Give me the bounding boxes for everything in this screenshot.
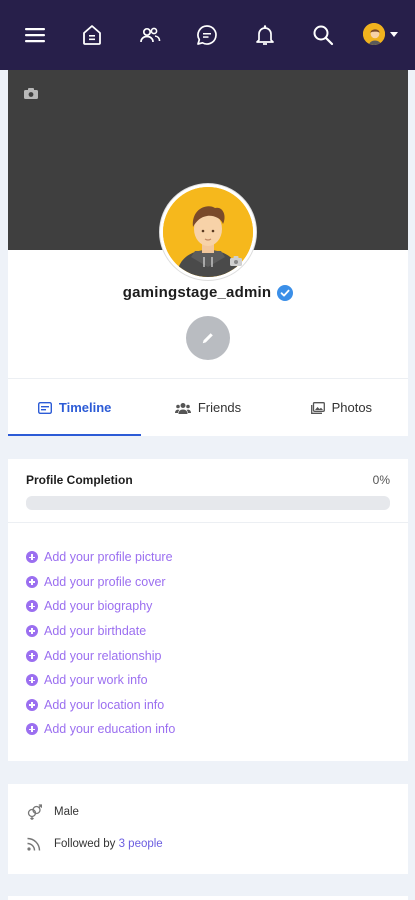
- timeline-icon: [37, 401, 52, 414]
- edit-profile-button[interactable]: [186, 316, 230, 360]
- followed-by-text: Followed by 3 people: [54, 838, 163, 850]
- completion-item-profile-picture[interactable]: Add your profile picture: [26, 545, 175, 570]
- completion-item-work-info[interactable]: Add your work info: [26, 668, 175, 693]
- menu-icon[interactable]: [22, 22, 48, 48]
- camera-icon[interactable]: [230, 256, 242, 266]
- verified-badge-icon: [277, 284, 294, 301]
- plus-circle-icon: [26, 625, 38, 638]
- followers-link[interactable]: 3 people: [119, 838, 163, 850]
- completion-percent: 0%: [372, 473, 390, 487]
- profile-completion-card: Profile Completion 0% Add your profile p…: [8, 459, 408, 761]
- plus-circle-icon: [26, 649, 38, 662]
- completion-item-label: Add your birthdate: [44, 624, 147, 639]
- plus-circle-icon: [26, 600, 38, 613]
- plus-circle-icon: [26, 723, 38, 736]
- profile-username: gamingstage_admin: [122, 284, 272, 301]
- friends-icon: [174, 402, 191, 414]
- completion-header: Profile Completion 0%: [26, 473, 390, 487]
- completion-item-label: Add your location info: [44, 697, 165, 712]
- tab-label: Timeline: [58, 400, 112, 415]
- gender-row: Male: [26, 804, 79, 820]
- gender-value: Male: [54, 806, 79, 818]
- completion-item-label: Add your relationship: [44, 648, 162, 663]
- completion-item-location-info[interactable]: Add your location info: [26, 693, 175, 718]
- followed-by-prefix: Followed by: [54, 838, 116, 850]
- completion-item-relationship[interactable]: Add your relationship: [26, 643, 175, 668]
- profile-info-card: Male Followed by 3 people: [8, 784, 408, 874]
- camera-icon[interactable]: [24, 88, 38, 99]
- completion-title: Profile Completion: [26, 473, 133, 487]
- bell-icon[interactable]: [252, 22, 278, 48]
- completion-item-biography[interactable]: Add your biography: [26, 594, 175, 619]
- tab-label: Friends: [197, 400, 242, 415]
- avatar[interactable]: [363, 23, 385, 45]
- completion-item-birthdate[interactable]: Add your birthdate: [26, 619, 175, 644]
- search-icon[interactable]: [310, 22, 336, 48]
- completion-progress-bar: [26, 496, 390, 510]
- top-nav-bar: [0, 0, 415, 70]
- friends-icon[interactable]: [137, 22, 163, 48]
- plus-circle-icon: [26, 551, 38, 564]
- completion-item-label: Add your biography: [44, 599, 153, 614]
- chevron-down-icon[interactable]: [390, 32, 398, 37]
- pencil-icon: [202, 333, 213, 344]
- next-card: [8, 896, 408, 900]
- completion-list: Add your profile picture Add your profil…: [26, 545, 175, 742]
- photos-icon: [310, 401, 325, 414]
- completion-item-label: Add your education info: [44, 722, 176, 737]
- rss-icon: [27, 837, 41, 851]
- tab-photos[interactable]: Photos: [275, 379, 408, 436]
- tab-label: Photos: [331, 400, 373, 415]
- gender-icon: [27, 804, 42, 820]
- chat-icon[interactable]: [194, 22, 220, 48]
- plus-circle-icon: [26, 575, 38, 588]
- profile-tabs: Timeline Friends Photos: [8, 378, 408, 436]
- completion-item-label: Add your profile picture: [44, 550, 173, 565]
- followers-row: Followed by 3 people: [26, 836, 163, 852]
- plus-circle-icon: [26, 674, 38, 687]
- completion-item-education-info[interactable]: Add your education info: [26, 717, 175, 742]
- plus-circle-icon: [26, 698, 38, 711]
- completion-item-label: Add your work info: [44, 673, 148, 688]
- username-row: gamingstage_admin: [8, 284, 408, 301]
- home-icon[interactable]: [79, 22, 105, 48]
- completion-item-label: Add your profile cover: [44, 574, 166, 589]
- divider: [8, 522, 408, 523]
- tab-timeline[interactable]: Timeline: [8, 379, 142, 436]
- tab-friends[interactable]: Friends: [141, 379, 274, 436]
- completion-item-profile-cover[interactable]: Add your profile cover: [26, 570, 175, 595]
- profile-header: gamingstage_admin: [8, 70, 408, 378]
